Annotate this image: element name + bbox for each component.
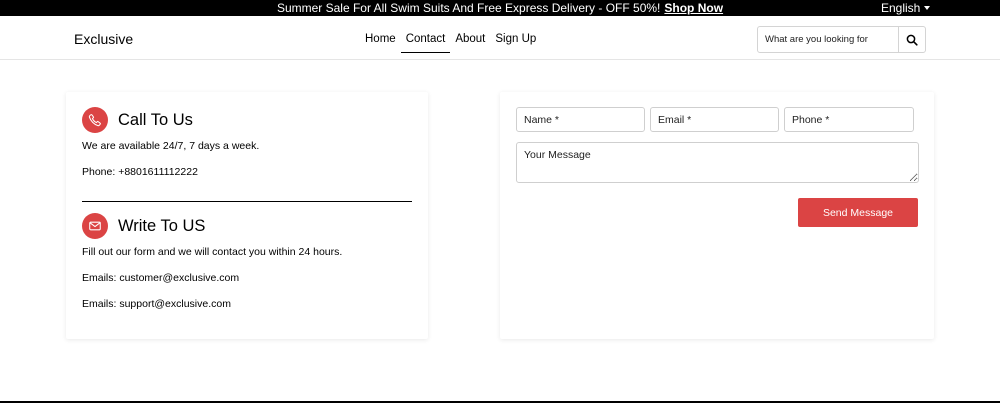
search-icon [906, 34, 918, 46]
language-label: English [881, 1, 921, 15]
contact-form-card: Send Message [500, 92, 934, 339]
top-banner: Summer Sale For All Swim Suits And Free … [0, 0, 1000, 16]
support-email: Emails: support@exclusive.com [82, 298, 231, 310]
call-availability: We are available 24/7, 7 days a week. [82, 140, 260, 152]
call-title: Call To Us [118, 111, 193, 129]
message-textarea[interactable] [516, 142, 919, 183]
contact-info-card: Call To Us We are available 24/7, 7 days… [66, 92, 428, 339]
nav-home[interactable]: Home [365, 31, 396, 52]
call-section-header: Call To Us [82, 107, 193, 133]
site-logo[interactable]: Exclusive [74, 31, 133, 47]
call-phone: Phone: +8801611112222 [82, 166, 198, 178]
caret-down-icon [924, 6, 931, 10]
search-button[interactable] [899, 27, 925, 52]
section-divider [82, 201, 412, 202]
name-field[interactable] [516, 107, 645, 132]
email-field[interactable] [650, 107, 779, 132]
write-description: Fill out our form and we will contact yo… [82, 246, 343, 258]
send-message-button[interactable]: Send Message [798, 198, 918, 227]
write-title: Write To US [118, 217, 206, 235]
write-section-header: Write To US [82, 213, 205, 239]
customer-email: Emails: customer@exclusive.com [82, 272, 240, 284]
main-nav: Home Contact About Sign Up [365, 31, 546, 53]
phone-field[interactable] [784, 107, 914, 132]
promo-text: Summer Sale For All Swim Suits And Free … [276, 1, 661, 15]
mail-icon [89, 221, 101, 231]
search-input[interactable] [758, 27, 899, 52]
site-header: Exclusive Home Contact About Sign Up [0, 16, 1000, 60]
promo-banner: Summer Sale For All Swim Suits And Free … [0, 1, 1000, 15]
phone-icon [88, 114, 101, 127]
language-selector[interactable]: English [881, 1, 931, 15]
nav-about[interactable]: About [455, 31, 485, 52]
nav-contact[interactable]: Contact [400, 31, 450, 53]
search-box [757, 26, 926, 53]
shop-now-link[interactable]: Shop Now [664, 1, 723, 15]
nav-sign-up[interactable]: Sign Up [495, 31, 536, 52]
phone-icon-badge [82, 107, 108, 133]
mail-icon-badge [82, 213, 108, 239]
